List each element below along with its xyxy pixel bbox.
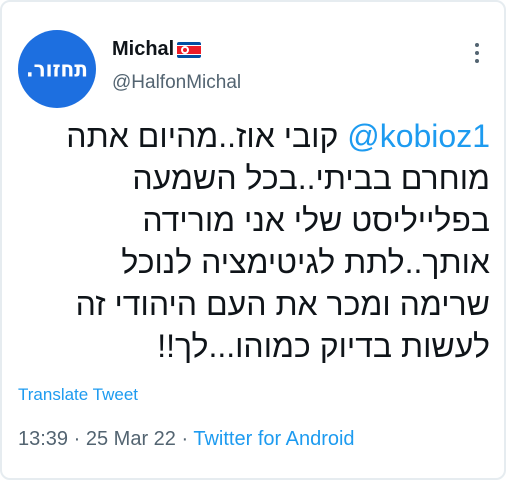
- translate-tweet-link[interactable]: Translate Tweet: [18, 385, 138, 405]
- tweet-text-rest: מוחרם בביתי..בכל השמעה בפלייליסט שלי אני…: [75, 160, 490, 364]
- display-name[interactable]: Michal: [112, 38, 202, 61]
- tweet-date[interactable]: 25 Mar 22: [86, 428, 176, 450]
- north-korea-flag-icon: [177, 41, 202, 58]
- avatar[interactable]: תחזור.: [18, 30, 96, 108]
- tweet-source-link[interactable]: Twitter for Android: [193, 428, 354, 450]
- more-vertical-icon[interactable]: [470, 40, 484, 66]
- tweet-card: תחזור. Michal @HalfonMichal @kobioz1 קוב…: [0, 0, 506, 480]
- mention-link[interactable]: @kobioz1: [347, 118, 490, 154]
- meta-separator: ·: [73, 428, 81, 450]
- tweet-text: @kobioz1 קובי אוז..מהיום אתה מוחרם בביתי…: [18, 115, 490, 367]
- tweet-text-line1: קובי אוז..מהיום אתה: [66, 118, 339, 154]
- avatar-logo: תחזור.: [26, 55, 88, 83]
- user-handle[interactable]: @HalfonMichal: [112, 72, 241, 94]
- tweet-meta: 13:39 · 25 Mar 22 · Twitter for Android: [18, 428, 355, 451]
- tweet-time[interactable]: 13:39: [18, 428, 68, 450]
- display-name-text: Michal: [112, 38, 175, 60]
- meta-separator: ·: [181, 428, 189, 450]
